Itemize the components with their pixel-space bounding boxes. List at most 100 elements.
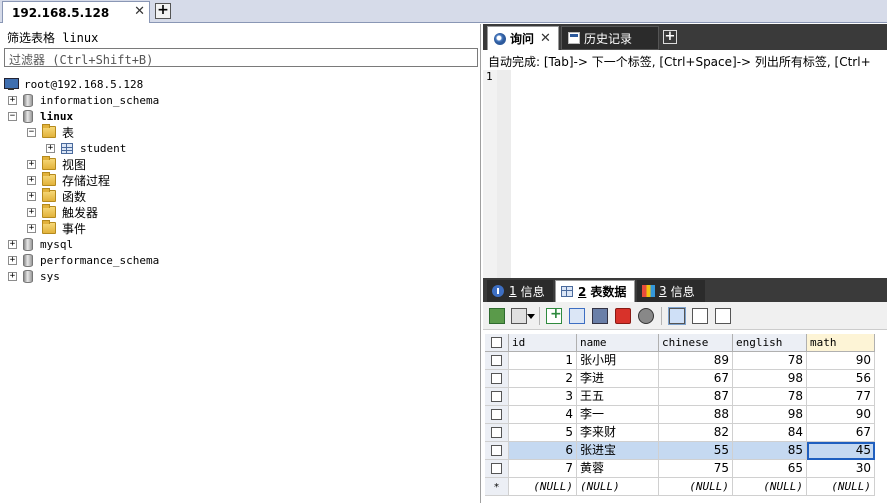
expand-icon[interactable]: + — [27, 175, 36, 185]
form-view-icon[interactable] — [692, 308, 708, 324]
cell-name[interactable]: 李来财 — [577, 424, 659, 442]
table-row-selected[interactable]: 6 张进宝 55 85 45 — [483, 442, 887, 460]
row-selector[interactable] — [485, 460, 509, 478]
collapse-icon[interactable]: − — [8, 111, 17, 121]
cell-id[interactable]: 2 — [509, 370, 577, 388]
table-row[interactable]: 2 李进 67 98 56 — [483, 370, 887, 388]
collapse-icon[interactable]: − — [27, 127, 36, 137]
grid-view-icon[interactable] — [668, 307, 686, 325]
cell-chinese[interactable]: 75 — [659, 460, 733, 478]
tab-info[interactable]: 1 信息 — [487, 280, 553, 302]
checkbox[interactable] — [491, 337, 502, 348]
delete-icon[interactable] — [615, 308, 631, 324]
checkbox[interactable] — [491, 355, 502, 366]
table-row[interactable]: 3 王五 87 78 77 — [483, 388, 887, 406]
row-selector[interactable] — [485, 370, 509, 388]
expand-icon[interactable]: + — [27, 223, 36, 233]
tab-query[interactable]: 询问 ✕ — [487, 26, 559, 50]
cell-id-null[interactable]: (NULL) — [509, 478, 577, 496]
cell-english[interactable]: 65 — [733, 460, 807, 478]
chevron-down-icon[interactable] — [527, 314, 535, 319]
new-query-tab-button[interactable]: + — [663, 30, 677, 44]
tree-folder-views[interactable]: + 视图 — [27, 156, 86, 172]
checkbox[interactable] — [491, 391, 502, 402]
cell-math-focused[interactable]: 45 — [807, 442, 875, 460]
checkbox[interactable] — [491, 463, 502, 474]
cell-chinese[interactable]: 87 — [659, 388, 733, 406]
table-row[interactable]: 1 张小明 89 78 90 — [483, 352, 887, 370]
checkbox[interactable] — [491, 445, 502, 456]
column-header-english[interactable]: english — [733, 334, 807, 352]
tree-folder-procedures[interactable]: + 存储过程 — [27, 172, 110, 188]
row-selector[interactable] — [485, 352, 509, 370]
tree-db-mysql[interactable]: + mysql — [8, 236, 73, 252]
cell-id[interactable]: 1 — [509, 352, 577, 370]
cell-id[interactable]: 5 — [509, 424, 577, 442]
cell-id[interactable]: 4 — [509, 406, 577, 424]
cell-math[interactable]: 67 — [807, 424, 875, 442]
table-row[interactable]: 4 李一 88 98 90 — [483, 406, 887, 424]
cell-chinese-null[interactable]: (NULL) — [659, 478, 733, 496]
tree-folder-events[interactable]: + 事件 — [27, 220, 86, 236]
cell-chinese[interactable]: 82 — [659, 424, 733, 442]
cell-english[interactable]: 78 — [733, 352, 807, 370]
cell-id[interactable]: 6 — [509, 442, 577, 460]
tree-db-information-schema[interactable]: + information_schema — [8, 92, 159, 108]
cell-name[interactable]: 王五 — [577, 388, 659, 406]
tree-db-linux[interactable]: − linux — [8, 108, 73, 124]
row-selector[interactable] — [485, 406, 509, 424]
new-connection-tab-button[interactable]: + — [155, 3, 171, 19]
new-row[interactable]: * (NULL) (NULL) (NULL) (NULL) (NULL) — [483, 478, 887, 496]
connection-tab[interactable]: 192.168.5.128 ✕ — [2, 1, 150, 23]
cell-name[interactable]: 黄蓉 — [577, 460, 659, 478]
tree-folder-triggers[interactable]: + 触发器 — [27, 204, 98, 220]
add-row-icon[interactable] — [546, 306, 562, 324]
tree-table-student[interactable]: + student — [46, 140, 126, 156]
save-icon[interactable] — [592, 308, 608, 324]
tab-table-data[interactable]: 2 表数据 — [555, 280, 635, 302]
tab-info-3[interactable]: 3 信息 — [637, 280, 705, 302]
cell-name-null[interactable]: (NULL) — [577, 478, 659, 496]
expand-icon[interactable]: + — [27, 191, 36, 201]
cell-english[interactable]: 98 — [733, 370, 807, 388]
table-row[interactable]: 5 李来财 82 84 67 — [483, 424, 887, 442]
checkbox[interactable] — [491, 427, 502, 438]
column-header-math[interactable]: math — [807, 334, 875, 352]
column-header-chinese[interactable]: chinese — [659, 334, 733, 352]
checkbox[interactable] — [491, 409, 502, 420]
cell-chinese[interactable]: 89 — [659, 352, 733, 370]
cell-english[interactable]: 78 — [733, 388, 807, 406]
tree-folder-tables[interactable]: − 表 — [27, 124, 74, 140]
row-selector[interactable] — [485, 424, 509, 442]
tab-history[interactable]: 历史记录 — [561, 26, 659, 50]
cell-math[interactable]: 90 — [807, 406, 875, 424]
cell-math[interactable]: 90 — [807, 352, 875, 370]
cell-name[interactable]: 张小明 — [577, 352, 659, 370]
cell-math[interactable]: 30 — [807, 460, 875, 478]
tree-root[interactable]: root@192.168.5.128 — [4, 76, 143, 92]
expand-icon[interactable]: + — [8, 239, 17, 249]
export-icon[interactable] — [489, 308, 505, 324]
row-selector[interactable] — [485, 388, 509, 406]
tree-db-sys[interactable]: + sys — [8, 268, 60, 284]
expand-icon[interactable]: + — [8, 255, 17, 265]
table-row[interactable]: 7 黄蓉 75 65 30 — [483, 460, 887, 478]
cell-math-null[interactable]: (NULL) — [807, 478, 875, 496]
cell-chinese[interactable]: 67 — [659, 370, 733, 388]
cell-english[interactable]: 98 — [733, 406, 807, 424]
cell-english[interactable]: 84 — [733, 424, 807, 442]
cell-name[interactable]: 张进宝 — [577, 442, 659, 460]
cell-id[interactable]: 3 — [509, 388, 577, 406]
expand-icon[interactable]: + — [8, 95, 17, 105]
cell-english[interactable]: 85 — [733, 442, 807, 460]
checkbox[interactable] — [491, 373, 502, 384]
expand-icon[interactable]: + — [27, 159, 36, 169]
cell-english-null[interactable]: (NULL) — [733, 478, 807, 496]
close-icon[interactable]: ✕ — [540, 31, 551, 46]
select-all-cell[interactable] — [485, 334, 509, 352]
cell-id[interactable]: 7 — [509, 460, 577, 478]
filter-input[interactable]: 过滤器 (Ctrl+Shift+B) — [4, 48, 478, 67]
cell-name[interactable]: 李一 — [577, 406, 659, 424]
cell-math[interactable]: 77 — [807, 388, 875, 406]
import-icon[interactable] — [511, 308, 527, 324]
